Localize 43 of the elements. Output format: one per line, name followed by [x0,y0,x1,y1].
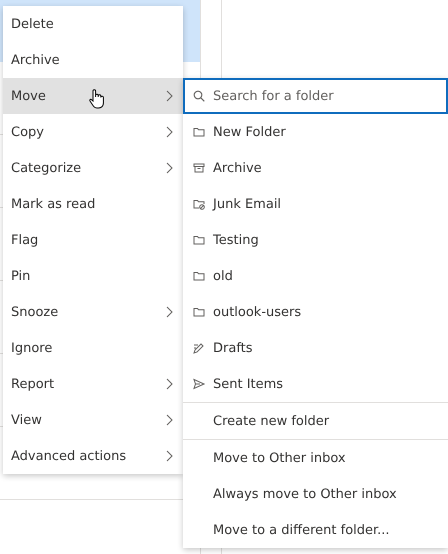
menu-item[interactable]: Move to Other inbox [183,440,448,476]
archive-icon [193,162,205,174]
search-icon [193,90,205,102]
chevron-icon [166,414,173,426]
pencil-icon [193,342,205,354]
menu-item[interactable]: outlook-users [183,294,448,330]
menu-item[interactable]: Mark as read [3,186,183,222]
menu-item[interactable]: Copy [3,114,183,150]
menu-item[interactable]: Archive [183,150,448,186]
send-icon [193,378,205,390]
menu-item[interactable]: Junk Email [183,186,448,222]
menu-item[interactable]: Pin [3,258,183,294]
menu-item[interactable]: Snooze [3,294,183,330]
menu-item[interactable]: Advanced actions [3,438,183,474]
chevron-icon [166,306,173,318]
folder-icon [193,126,205,138]
menu-item[interactable]: Create new folder [183,403,448,439]
folder-icon [193,234,205,246]
junk-folder-icon [193,198,205,210]
menu-item[interactable]: New Folder [183,114,448,150]
menu-item[interactable]: Move [3,78,183,114]
chevron-icon [166,378,173,390]
menu-item[interactable]: Move to a different folder... [183,512,448,548]
search-field[interactable]: Search for a folder [183,78,448,114]
chevron-icon [166,90,173,102]
chevron-icon [166,162,173,174]
menu-item[interactable]: Testing [183,222,448,258]
menu-item[interactable]: Archive [3,42,183,78]
hand-cursor-icon [88,88,106,110]
folder-icon [193,306,205,318]
folder-icon [193,270,205,282]
menu-item[interactable]: Categorize [3,150,183,186]
menu-item[interactable]: Ignore [3,330,183,366]
menu-item[interactable]: View [3,402,183,438]
menu-item[interactable]: Always move to Other inbox [183,476,448,512]
menu-item[interactable]: Drafts [183,330,448,366]
menu-item[interactable]: Flag [3,222,183,258]
chevron-icon [166,126,173,138]
menu-item[interactable]: old [183,258,448,294]
menu-item[interactable]: Report [3,366,183,402]
menu-item[interactable]: Sent Items [183,366,448,402]
menu-item[interactable]: Delete [3,6,183,42]
chevron-icon [166,450,173,462]
